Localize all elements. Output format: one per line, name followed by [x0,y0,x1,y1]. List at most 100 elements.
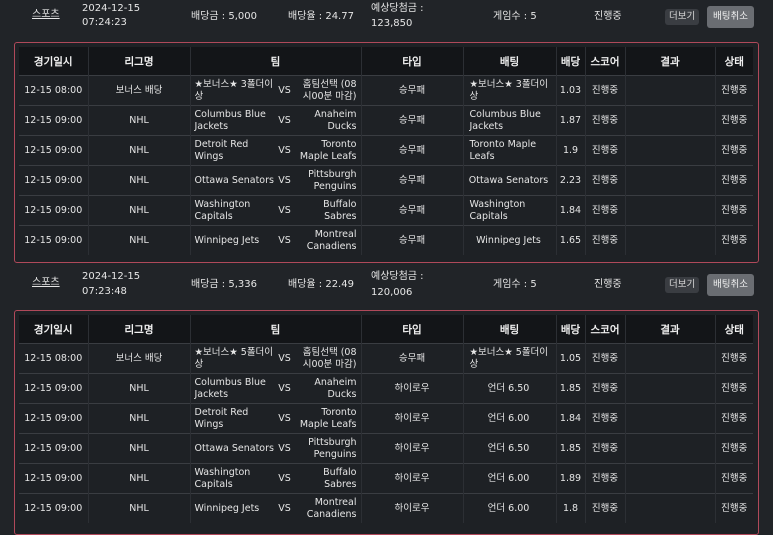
bet-pick: 언더 6.00 [463,463,557,494]
game-count: 게임수 : 5 [493,279,537,290]
col-header: 배팅 [463,47,557,76]
match-time: 12-15 09:00 [19,225,89,255]
vs-label: VS [278,502,291,514]
col-header: 경기일시 [19,47,89,76]
home-team: Winnipeg Jets [194,234,260,246]
result [625,403,716,434]
expected-value: 120,006 [371,287,413,298]
bet-type: 하이로우 [361,373,464,404]
league: NHL [88,403,191,434]
slip-summary: 스포츠 2024-12-15 07:24:23 배당금 : 5,000 배당율 … [0,0,773,34]
col-header: 배당 [556,315,586,344]
col-header: 스코어 [585,315,626,344]
vs-label: VS [278,412,291,424]
vs-label: VS [278,382,291,394]
league: 보너스 배당 [88,343,191,374]
col-header: 배당 [556,47,586,76]
table-row: 12-15 08:00 보너스 배당 ★보너스★ 5폴더이상 VS 홈팀선택 (08… [19,343,753,374]
table-header: 경기일시 리그명 팀 타입 배팅 배당 스코어 결과 상태 [19,315,753,344]
bet-type: 승무패 [361,225,464,255]
state: 진행중 [715,493,753,523]
match-time: 12-15 09:00 [19,403,89,434]
table-row: 12-15 09:00 NHL Winnipeg Jets VS Montreal … [19,225,753,255]
game-count: 게임수 : 5 [493,11,537,22]
match-time: 12-15 09:00 [19,433,89,464]
teams: Washington Capitals VS Buffalo Sabres [190,195,362,226]
vs-label: VS [278,114,291,126]
odd: 1.89 [556,463,586,494]
bet-pick: ★보너스★ 5폴더이상 [463,343,557,374]
vs-label: VS [278,84,291,96]
result [625,75,716,106]
match-time: 12-15 09:00 [19,135,89,166]
league: NHL [88,433,191,464]
bet-table: 경기일시 리그명 팀 타입 배팅 배당 스코어 결과 상태 12-15 08:0… [19,315,753,523]
sport-link[interactable]: 스포츠 [32,8,60,21]
bet-type: 승무패 [361,195,464,226]
odd: 1.85 [556,433,586,464]
bet-time: 07:24:23 [82,17,127,28]
sport-link[interactable]: 스포츠 [32,276,60,289]
bet-type: 하이로우 [361,403,464,434]
teams: Columbus Blue Jackets VS Anaheim Ducks [190,105,362,136]
bet-time: 07:23:48 [82,286,127,297]
score: 진행중 [585,343,626,374]
score: 진행중 [585,403,626,434]
result [625,135,716,166]
state: 진행중 [715,165,753,196]
col-header: 결과 [625,47,716,76]
bet-odds: 배당율 : 24.77 [288,11,354,22]
league: 보너스 배당 [88,75,191,106]
teams: ★보너스★ 5폴더이상 VS 홈팀선택 (08시00분 마감) [190,343,362,374]
table-row: 12-15 09:00 NHL Washington Capitals VS Buf… [19,195,753,226]
bet-type: 하이로우 [361,493,464,523]
table-row: 12-15 09:00 NHL Detroit Red Wings VS Toron… [19,135,753,166]
table-header: 경기일시 리그명 팀 타입 배팅 배당 스코어 결과 상태 [19,47,753,76]
more-button[interactable]: 더보기 [665,277,700,293]
teams: Winnipeg Jets VS Montreal Canadiens [190,225,362,255]
result [625,463,716,494]
bet-table: 경기일시 리그명 팀 타입 배팅 배당 스코어 결과 상태 12-15 08:0… [19,47,753,255]
table-row: 12-15 09:00 NHL Winnipeg Jets VS Montreal … [19,493,753,523]
odd: 1.85 [556,373,586,404]
score: 진행중 [585,225,626,255]
away-team: Buffalo Sabres [323,198,357,222]
result [625,165,716,196]
col-header: 타입 [361,47,464,76]
vs-label: VS [278,472,291,484]
state: 진행중 [715,433,753,464]
bet-pick: Ottawa Senators [463,165,557,196]
cancel-bet-button[interactable]: 배팅취소 [707,274,754,296]
col-header: 팀 [190,47,362,76]
bet-slip-2: 스포츠 2024-12-15 07:23:48 배당금 : 5,336 배당율 … [0,268,773,535]
match-time: 12-15 09:00 [19,195,89,226]
slip-detail-box: 경기일시 리그명 팀 타입 배팅 배당 스코어 결과 상태 12-15 08:0… [14,310,759,535]
result [625,493,716,523]
state: 진행중 [715,373,753,404]
more-button[interactable]: 더보기 [665,9,700,25]
col-header: 스코어 [585,47,626,76]
home-team: ★보너스★ 5폴더이상 [194,346,274,370]
home-team: ★보너스★ 3폴더이상 [194,78,274,102]
vs-label: VS [278,174,291,186]
league: NHL [88,195,191,226]
bet-type: 승무패 [361,135,464,166]
bet-date: 2024-12-15 [82,271,141,282]
home-team: Washington Capitals [194,198,251,222]
table-row: 12-15 09:00 NHL Ottawa Senators VS Pittsbu… [19,433,753,464]
away-team: Montreal Canadiens [306,496,357,520]
match-time: 12-15 08:00 [19,343,89,374]
bet-slip-1: 스포츠 2024-12-15 07:24:23 배당금 : 5,000 배당율 … [0,0,773,263]
score: 진행중 [585,135,626,166]
odd: 1.9 [556,135,586,166]
col-header: 상태 [715,47,753,76]
cancel-bet-button[interactable]: 배팅취소 [707,6,754,28]
bet-odds: 배당율 : 22.49 [288,279,354,290]
league: NHL [88,135,191,166]
teams: Detroit Red Wings VS Toronto Maple Leafs [190,403,362,434]
odd: 1.65 [556,225,586,255]
odd: 1.05 [556,343,586,374]
bet-amount: 배당금 : 5,000 [191,11,257,22]
col-header: 리그명 [88,315,191,344]
bet-pick: Washington Capitals [463,195,557,226]
